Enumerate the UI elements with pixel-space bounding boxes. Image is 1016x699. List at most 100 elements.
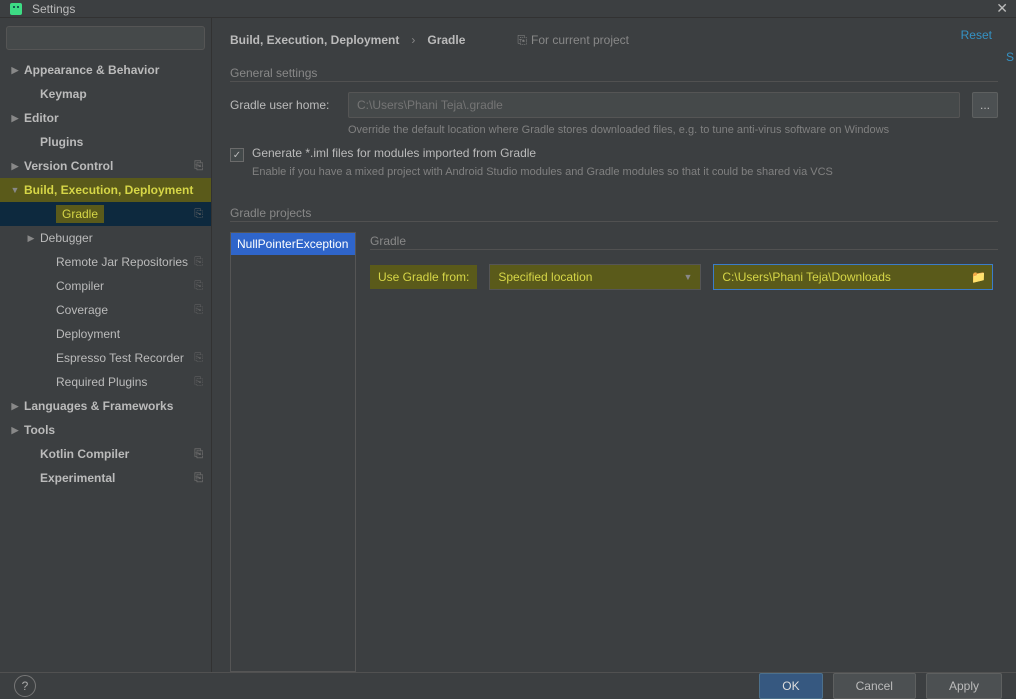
gen-iml-checkbox[interactable]: ✓ xyxy=(230,148,244,162)
copy-icon: ⎘ xyxy=(194,160,203,173)
arrow-icon: ▶ xyxy=(10,65,20,76)
tree-label: Plugins xyxy=(40,135,211,149)
tree-label: Build, Execution, Deployment xyxy=(24,183,211,197)
tree-label: Debugger xyxy=(40,231,211,245)
android-studio-icon xyxy=(8,1,24,17)
copy-icon: ⎘ xyxy=(194,280,203,293)
scroll-marker: S xyxy=(1006,50,1014,64)
copy-icon: ⎘ xyxy=(194,304,203,317)
sidebar: ▶ Appearance & Behavior Keymap ▶ Editor Plugi… xyxy=(0,18,212,672)
tree-item[interactable]: Keymap xyxy=(0,82,211,106)
chevron-right-icon: › xyxy=(411,33,415,47)
tree-label: Languages & Frameworks xyxy=(24,399,211,413)
tree-label: Experimental xyxy=(40,471,194,485)
breadcrumb-root[interactable]: Build, Execution, Deployment xyxy=(230,33,399,47)
divider xyxy=(230,221,998,222)
tree-item[interactable]: ▶ Version Control⎘ xyxy=(0,154,211,178)
ok-button[interactable]: OK xyxy=(759,673,822,699)
project-details: Gradle Use Gradle from: Specified locati… xyxy=(356,232,998,672)
tree-item[interactable]: ▶ Appearance & Behavior xyxy=(0,58,211,82)
tree-label: Remote Jar Repositories xyxy=(56,255,194,269)
apply-button[interactable]: Apply xyxy=(926,673,1002,699)
userhome-hint: Override the default location where Grad… xyxy=(348,124,998,136)
breadcrumb-leaf: Gradle xyxy=(427,33,465,47)
use-gradle-combo[interactable]: Specified location ▼ xyxy=(489,264,701,290)
chevron-down-icon: ▼ xyxy=(683,272,692,282)
tree-label: Tools xyxy=(24,423,211,437)
general-section-label: General settings xyxy=(230,66,998,80)
footer: ? OK Cancel Apply xyxy=(0,672,1016,699)
tree-label: Kotlin Compiler xyxy=(40,447,194,461)
tree-label: Gradle xyxy=(56,207,194,221)
search-wrap xyxy=(0,18,211,58)
use-gradle-label: Use Gradle from: xyxy=(370,265,477,289)
help-button[interactable]: ? xyxy=(14,675,36,697)
tree-item[interactable]: Remote Jar Repositories⎘ xyxy=(0,250,211,274)
main-panel: Build, Execution, Deployment › Gradle ⎘F… xyxy=(212,18,1016,672)
use-gradle-row: Use Gradle from: Specified location ▼ C:… xyxy=(370,264,998,290)
reset-link[interactable]: Reset xyxy=(961,28,992,42)
path-value: C:\Users\Phani Teja\Downloads xyxy=(722,270,891,284)
divider xyxy=(230,81,998,82)
titlebar: Settings ✕ xyxy=(0,0,1016,17)
content: ▶ Appearance & Behavior Keymap ▶ Editor Plugi… xyxy=(0,17,1016,672)
projects-list[interactable]: NullPointerException xyxy=(230,232,356,672)
combo-value: Specified location xyxy=(498,270,592,284)
copy-icon: ⎘ xyxy=(194,448,203,461)
gen-iml-label[interactable]: Generate *.iml files for modules importe… xyxy=(252,146,536,160)
project-item[interactable]: NullPointerException xyxy=(231,233,355,255)
cancel-button[interactable]: Cancel xyxy=(833,673,916,699)
tree-label: Espresso Test Recorder xyxy=(56,351,194,365)
scope-label: ⎘For current project xyxy=(517,33,629,48)
tree-label: Required Plugins xyxy=(56,375,194,389)
tree-item[interactable]: Kotlin Compiler⎘ xyxy=(0,442,211,466)
copy-icon: ⎘ xyxy=(517,33,527,47)
tree-item[interactable]: Coverage⎘ xyxy=(0,298,211,322)
tree-item[interactable]: ▶Tools xyxy=(0,418,211,442)
tree-label: Deployment xyxy=(56,327,211,341)
gen-iml-row: ✓ Generate *.iml files for modules impor… xyxy=(230,146,998,162)
arrow-icon: ▶ xyxy=(26,233,36,244)
window-title: Settings xyxy=(32,2,996,16)
userhome-label: Gradle user home: xyxy=(230,98,336,112)
tree-item[interactable]: ▶ Languages & Frameworks xyxy=(0,394,211,418)
tree-label: Version Control xyxy=(24,159,194,173)
tree-item[interactable]: Compiler⎘ xyxy=(0,274,211,298)
userhome-row: Gradle user home: ... xyxy=(230,92,998,118)
tree-label: Appearance & Behavior xyxy=(24,63,211,77)
copy-icon: ⎘ xyxy=(194,352,203,365)
tree-label: Keymap xyxy=(40,87,211,101)
tree-item[interactable]: Plugins xyxy=(0,130,211,154)
browse-button[interactable]: ... xyxy=(972,92,998,118)
tree-item[interactable]: Deployment xyxy=(0,322,211,346)
copy-icon: ⎘ xyxy=(194,208,203,221)
search-input[interactable] xyxy=(6,26,205,50)
tree-item[interactable]: Required Plugins⎘ xyxy=(0,370,211,394)
tree-item[interactable]: ▼ Build, Execution, Deployment xyxy=(0,178,211,202)
close-icon[interactable]: ✕ xyxy=(996,0,1008,17)
gradle-section-label: Gradle xyxy=(370,234,998,248)
gradle-path-input[interactable]: C:\Users\Phani Teja\Downloads 📁 xyxy=(713,264,993,290)
tree-label: Editor xyxy=(24,111,211,125)
copy-icon: ⎘ xyxy=(194,376,203,389)
tree-item[interactable]: Gradle⎘ xyxy=(0,202,211,226)
arrow-icon: ▶ xyxy=(10,401,20,412)
tree-item[interactable]: ▶ Editor xyxy=(0,106,211,130)
copy-icon: ⎘ xyxy=(194,472,203,485)
settings-tree: ▶ Appearance & Behavior Keymap ▶ Editor Plugi… xyxy=(0,58,211,672)
arrow-icon: ▶ xyxy=(10,161,20,172)
arrow-icon: ▶ xyxy=(10,113,20,124)
tree-label: Coverage xyxy=(56,303,194,317)
projects-section-label: Gradle projects xyxy=(230,206,998,220)
tree-item[interactable]: ▶ Debugger xyxy=(0,226,211,250)
tree-item[interactable]: Experimental⎘ xyxy=(0,466,211,490)
breadcrumb: Build, Execution, Deployment › Gradle ⎘F… xyxy=(230,28,998,52)
arrow-icon: ▼ xyxy=(10,185,20,195)
tree-item[interactable]: Espresso Test Recorder⎘ xyxy=(0,346,211,370)
copy-icon: ⎘ xyxy=(194,256,203,269)
tree-label: Compiler xyxy=(56,279,194,293)
gen-iml-hint: Enable if you have a mixed project with … xyxy=(252,166,998,178)
divider xyxy=(370,249,998,250)
folder-icon[interactable]: 📁 xyxy=(971,270,986,284)
userhome-input[interactable] xyxy=(348,92,960,118)
